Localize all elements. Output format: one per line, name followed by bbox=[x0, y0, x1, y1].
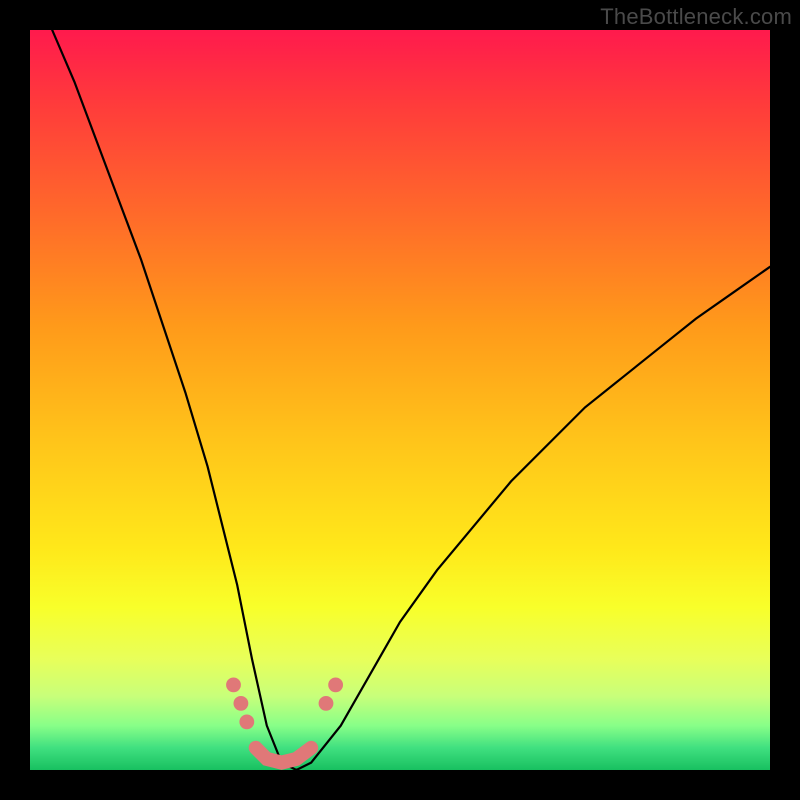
chart-frame: TheBottleneck.com bbox=[0, 0, 800, 800]
curve-marker bbox=[328, 678, 343, 693]
watermark-text: TheBottleneck.com bbox=[600, 4, 792, 30]
curve-marker bbox=[239, 715, 254, 730]
plot-area bbox=[30, 30, 770, 770]
valley-band bbox=[256, 748, 312, 763]
curve-marker bbox=[226, 678, 241, 693]
plot-svg bbox=[30, 30, 770, 770]
bottleneck-curve bbox=[52, 30, 770, 770]
curve-marker bbox=[234, 696, 249, 711]
curve-marker bbox=[319, 696, 334, 711]
